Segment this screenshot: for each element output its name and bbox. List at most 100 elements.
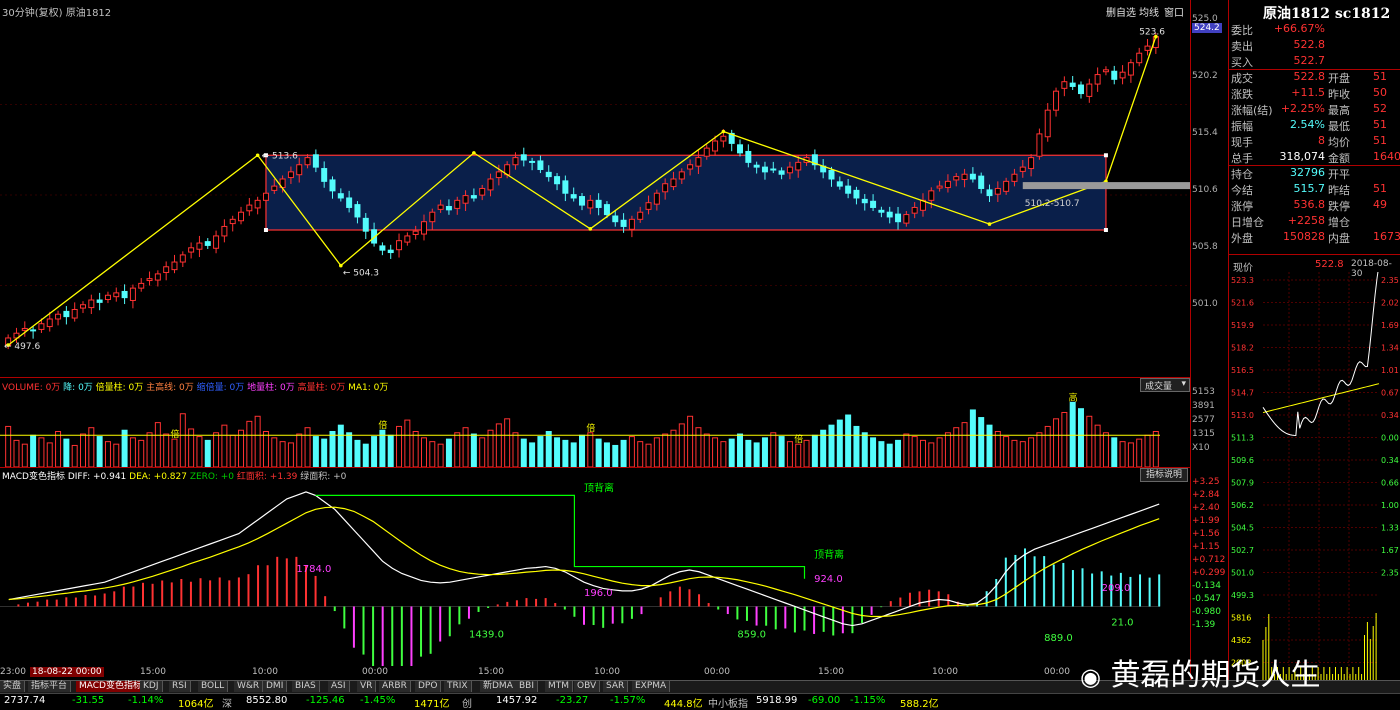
quote-value: +2258	[1287, 214, 1325, 227]
volume-bar	[811, 434, 818, 467]
candle-body	[246, 204, 253, 212]
mini-tick-right: 0.00	[1381, 434, 1399, 443]
indicator-tab[interactable]: MTM	[545, 681, 574, 692]
volume-bar	[420, 437, 427, 467]
indicator-tab[interactable]: TRIX	[444, 681, 472, 692]
volume-bar	[346, 432, 353, 467]
mini-tick-right: 0.67	[1381, 389, 1399, 398]
candle-body	[911, 206, 918, 214]
indicator-tab[interactable]: VR	[357, 681, 377, 692]
volume-bar	[362, 443, 369, 467]
box-handle[interactable]	[263, 228, 268, 232]
price-tick-label: 515.4	[1192, 127, 1218, 138]
divider	[0, 467, 1190, 468]
volume-bar	[953, 427, 960, 467]
macd-tick-label: +1.99	[1192, 516, 1220, 526]
candle-body	[487, 178, 494, 191]
volume-bar	[454, 432, 461, 467]
volume-bar	[828, 424, 835, 467]
volume-bar	[271, 437, 278, 467]
box-handle[interactable]	[1103, 153, 1108, 158]
candle-body	[579, 196, 585, 206]
volume-bar	[55, 431, 62, 467]
candle-body	[46, 318, 53, 328]
candle-body	[179, 254, 186, 263]
quote-row: 现手 8 均价 51	[1231, 134, 1400, 150]
volume-bar	[312, 436, 319, 467]
volume-bar	[662, 433, 669, 467]
candle-body	[895, 213, 902, 223]
status-item: -125.46	[306, 695, 345, 706]
candle-body	[978, 175, 985, 189]
volume-bar	[154, 422, 161, 467]
candle-body	[304, 157, 311, 166]
candle-body	[745, 150, 752, 163]
quote-label: 涨幅(结)	[1231, 104, 1273, 117]
volume-bar	[30, 434, 37, 467]
volume-dropdown[interactable]: 成交量 ▾	[1140, 378, 1190, 392]
status-item: 5918.99	[756, 695, 798, 706]
volume-bar	[96, 436, 103, 467]
price-axis: 525.0 524.2 520.2 515.4 510.6 505.8 501.0 5153…	[1190, 0, 1229, 680]
volume-bar	[504, 418, 511, 467]
volume-bar	[728, 438, 735, 467]
quote-row: 成交 522.8 开盘 51	[1231, 70, 1400, 86]
indicator-tab[interactable]: 指标平台	[28, 681, 72, 692]
indicator-tab[interactable]: BOLL	[198, 681, 229, 692]
quote-label: 外盘	[1231, 232, 1253, 245]
quote-value: 51	[1373, 118, 1387, 131]
main-chart-area[interactable]: 30分钟(复权) 原油1812 删自选 均线 窗口 ← 513.6 ← 504.3…	[0, 0, 1190, 680]
quote-label: 最低	[1328, 120, 1350, 133]
indicator-tab[interactable]: EXPMA	[632, 681, 671, 692]
indicator-tab[interactable]: MACD变色指标	[76, 681, 146, 692]
indicator-tab[interactable]: KDJ	[140, 681, 163, 692]
candle-body	[670, 178, 677, 188]
candle-body	[653, 192, 660, 205]
quote-label: 涨停	[1231, 200, 1253, 213]
quote-label: 日增仓	[1231, 216, 1264, 229]
indicator-tab[interactable]: 新DMA	[480, 681, 517, 692]
indicator-tab[interactable]: 实盘	[0, 681, 26, 692]
volume-chart[interactable]: 倍倍 倍倍高	[0, 392, 1190, 467]
box-handle[interactable]	[1103, 228, 1108, 232]
candle-body	[936, 185, 943, 189]
volume-tick-label: 5153	[1192, 387, 1215, 397]
indicator-help-button[interactable]: 指标说明	[1140, 468, 1188, 482]
indicator-tab[interactable]: SAR	[603, 681, 629, 692]
intraday-mini-chart[interactable]: 523.3 521.6 519.9 518.2 516.5 514.7 513.0 511.3…	[1229, 272, 1400, 680]
indicator-tab[interactable]: DPO	[415, 681, 442, 692]
quote-value: 318,074	[1279, 150, 1326, 163]
indicator-tab[interactable]: BBI	[516, 681, 539, 692]
indicator-tab[interactable]: RSI	[169, 681, 191, 692]
candle-body	[512, 157, 519, 166]
volume-bar	[1094, 424, 1101, 467]
quote-row: 外盘 150828 内盘 1673	[1231, 230, 1400, 246]
macd-chart[interactable]: 顶背离顶背离1784.01439.0196.0859.0924.0889.020…	[0, 481, 1190, 666]
candle-body	[88, 299, 95, 309]
volume-bar	[795, 443, 802, 467]
mini-tick-left: 5816	[1231, 614, 1251, 623]
volume-tick-label: 2577	[1192, 415, 1215, 425]
candle-body	[645, 202, 652, 210]
candle-body	[1127, 62, 1134, 76]
volume-bar	[537, 436, 544, 467]
indicator-tab[interactable]: BIAS	[292, 681, 320, 692]
indicator-tab[interactable]: ARBR	[379, 681, 411, 692]
volume-bar	[429, 441, 436, 467]
indicator-tab[interactable]: ASI	[328, 681, 350, 692]
indicator-tab[interactable]: OBV	[574, 681, 601, 692]
volume-bar	[146, 432, 153, 467]
indicator-tab[interactable]: DMI	[263, 681, 288, 692]
quote-row: 涨停 536.8 跌停 49	[1231, 198, 1400, 214]
volume-bar	[1119, 441, 1126, 467]
candle-body	[770, 168, 777, 171]
candle-body	[612, 215, 619, 223]
weibo-icon: ◉	[1080, 663, 1101, 691]
candlestick-chart[interactable]: ← 513.6 ← 504.3 ← 497.6 523.6 510.2-510.7	[0, 14, 1190, 376]
volume-bar	[80, 433, 87, 467]
volume-bar	[46, 442, 53, 467]
quote-value: +66.67%	[1273, 22, 1325, 35]
candle-body	[163, 266, 170, 273]
indicator-tab[interactable]: W&R	[234, 681, 264, 692]
volume-bar	[246, 420, 253, 467]
